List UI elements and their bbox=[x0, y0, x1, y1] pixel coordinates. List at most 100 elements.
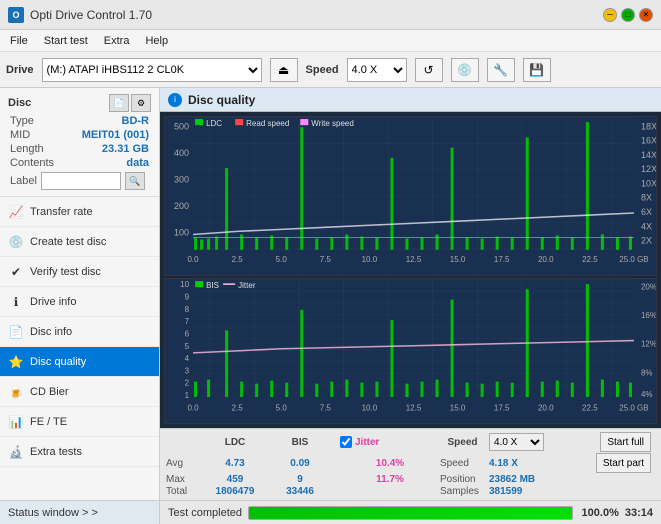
disc-length-label: Length bbox=[10, 143, 44, 155]
nav-label-fe-te: FE / TE bbox=[30, 416, 67, 428]
menu-start-test[interactable]: Start test bbox=[38, 33, 94, 49]
sidebar-item-create-test-disc[interactable]: 💿 Create test disc bbox=[0, 227, 159, 257]
stats-bar: LDC BIS Jitter Speed 4.0 X Start full bbox=[160, 428, 661, 500]
stats-speed-select[interactable]: 4.0 X bbox=[489, 433, 544, 451]
svg-text:2X: 2X bbox=[641, 236, 652, 246]
eject-button[interactable]: ⏏ bbox=[270, 58, 298, 82]
sidebar-item-disc-quality[interactable]: ⭐ Disc quality bbox=[0, 347, 159, 377]
minimize-button[interactable]: ─ bbox=[603, 8, 617, 22]
title-bar: O Opti Drive Control 1.70 ─ □ ✕ bbox=[0, 0, 661, 30]
svg-text:5: 5 bbox=[185, 342, 190, 351]
jitter-checkbox[interactable] bbox=[340, 436, 352, 448]
stats-avg-row: Avg 4.73 0.09 10.4% Speed 4.18 X Start p… bbox=[166, 453, 655, 473]
disc-button[interactable]: 💿 bbox=[451, 58, 479, 82]
total-bis: 33446 bbox=[270, 486, 330, 497]
svg-text:8: 8 bbox=[185, 305, 190, 314]
sidebar-item-verify-test-disc[interactable]: ✔ Verify test disc bbox=[0, 257, 159, 287]
menu-extra[interactable]: Extra bbox=[98, 33, 136, 49]
svg-text:200: 200 bbox=[174, 201, 189, 211]
svg-text:15.0: 15.0 bbox=[450, 255, 466, 264]
nav-label-verify-test-disc: Verify test disc bbox=[30, 266, 101, 278]
sidebar-item-cd-bier[interactable]: 🍺 CD Bier bbox=[0, 377, 159, 407]
disc-label-label: Label bbox=[10, 175, 37, 187]
close-button[interactable]: ✕ bbox=[639, 8, 653, 22]
speed-value-label: Speed bbox=[440, 458, 485, 469]
disc-type-row: Type BD-R bbox=[4, 114, 155, 128]
drive-select[interactable]: (M:) ATAPI iHBS112 2 CL0K bbox=[42, 58, 262, 82]
disc-type-label: Type bbox=[10, 115, 34, 127]
svg-text:4: 4 bbox=[185, 354, 190, 363]
disc-contents-label: Contents bbox=[10, 157, 54, 169]
stats-total-row: Total 1806479 33446 Samples 381599 bbox=[166, 486, 655, 497]
status-window-button[interactable]: Status window > > bbox=[0, 501, 160, 524]
svg-text:2.5: 2.5 bbox=[232, 404, 244, 413]
status-text: Test completed bbox=[168, 507, 242, 519]
upper-chart-svg: 500 400 300 200 100 18X 16X 14X 12X 10X … bbox=[165, 117, 656, 275]
start-full-button[interactable]: Start full bbox=[600, 432, 651, 452]
svg-text:9: 9 bbox=[185, 293, 190, 302]
svg-text:14X: 14X bbox=[641, 150, 656, 160]
disc-icon-btn-1[interactable]: 📄 bbox=[109, 94, 129, 112]
disc-quality-icon: ⭐ bbox=[8, 354, 24, 370]
disc-header: Disc 📄 ⚙ bbox=[4, 92, 155, 114]
svg-text:20%: 20% bbox=[641, 282, 656, 291]
svg-text:6: 6 bbox=[185, 330, 190, 339]
sidebar-item-fe-te[interactable]: 📊 FE / TE bbox=[0, 407, 159, 437]
svg-text:18X: 18X bbox=[641, 121, 656, 131]
speed-value: 4.18 X bbox=[489, 458, 539, 469]
speed-select[interactable]: 4.0 X bbox=[347, 58, 407, 82]
settings-button[interactable]: 🔧 bbox=[487, 58, 515, 82]
svg-text:BIS: BIS bbox=[206, 281, 219, 290]
stats-max-row: Max 459 9 11.7% Position 23862 MB bbox=[166, 474, 655, 485]
content-area: i Disc quality 500 400 bbox=[160, 88, 661, 500]
sidebar-item-drive-info[interactable]: ℹ Drive info bbox=[0, 287, 159, 317]
label-search-btn[interactable]: 🔍 bbox=[125, 172, 145, 190]
progress-section: Test completed 100.0% 33:14 bbox=[160, 506, 661, 520]
maximize-button[interactable]: □ bbox=[621, 8, 635, 22]
menu-help[interactable]: Help bbox=[139, 33, 174, 49]
sidebar-item-transfer-rate[interactable]: 📈 Transfer rate bbox=[0, 197, 159, 227]
svg-text:6X: 6X bbox=[641, 207, 652, 217]
menu-file[interactable]: File bbox=[4, 33, 34, 49]
jitter-header-group: Jitter bbox=[340, 436, 440, 448]
disc-length-row: Length 23.31 GB bbox=[4, 142, 155, 156]
status-bar: Status window > > Test completed 100.0% … bbox=[0, 500, 661, 524]
svg-text:25.0 GB: 25.0 GB bbox=[619, 255, 648, 264]
svg-text:10: 10 bbox=[180, 280, 189, 289]
total-ldc: 1806479 bbox=[200, 486, 270, 497]
svg-text:500: 500 bbox=[174, 121, 189, 131]
position-value: 23862 MB bbox=[489, 474, 539, 485]
svg-text:LDC: LDC bbox=[206, 119, 222, 128]
fe-te-icon: 📊 bbox=[8, 414, 24, 430]
disc-icon-btn-2[interactable]: ⚙ bbox=[131, 94, 151, 112]
avg-label: Avg bbox=[166, 458, 200, 469]
disc-info-icon: 📄 bbox=[8, 324, 24, 340]
chart-header-icon: i bbox=[168, 93, 182, 107]
sidebar-item-disc-info[interactable]: 📄 Disc info bbox=[0, 317, 159, 347]
nav-label-disc-info: Disc info bbox=[30, 326, 72, 338]
total-label: Total bbox=[166, 486, 200, 497]
app-title: Opti Drive Control 1.70 bbox=[30, 8, 152, 22]
save-button[interactable]: 💾 bbox=[523, 58, 551, 82]
svg-text:25.0 GB: 25.0 GB bbox=[619, 404, 648, 413]
lower-chart-svg: 10 9 8 7 6 5 4 3 2 1 20% 16% 12% 8% 4% bbox=[165, 279, 656, 423]
nav-label-disc-quality: Disc quality bbox=[30, 356, 86, 368]
speed-header: Speed bbox=[440, 437, 485, 448]
app-icon: O bbox=[8, 7, 24, 23]
disc-label-row: Label 🔍 bbox=[4, 170, 155, 192]
svg-text:8%: 8% bbox=[641, 369, 653, 378]
refresh-button[interactable]: ↺ bbox=[415, 58, 443, 82]
svg-text:12.5: 12.5 bbox=[406, 255, 422, 264]
nav-label-transfer-rate: Transfer rate bbox=[30, 206, 93, 218]
sidebar-item-extra-tests[interactable]: 🔬 Extra tests bbox=[0, 437, 159, 467]
svg-text:12X: 12X bbox=[641, 164, 656, 174]
start-part-button[interactable]: Start part bbox=[596, 453, 651, 473]
disc-label-input[interactable] bbox=[41, 172, 121, 190]
svg-text:Jitter: Jitter bbox=[238, 281, 256, 290]
verify-test-disc-icon: ✔ bbox=[8, 264, 24, 280]
sidebar-nav: 📈 Transfer rate 💿 Create test disc ✔ Ver… bbox=[0, 197, 159, 500]
nav-label-cd-bier: CD Bier bbox=[30, 386, 69, 398]
title-bar-left: O Opti Drive Control 1.70 bbox=[8, 7, 152, 23]
nav-label-create-test-disc: Create test disc bbox=[30, 236, 106, 248]
svg-text:4X: 4X bbox=[641, 221, 652, 231]
